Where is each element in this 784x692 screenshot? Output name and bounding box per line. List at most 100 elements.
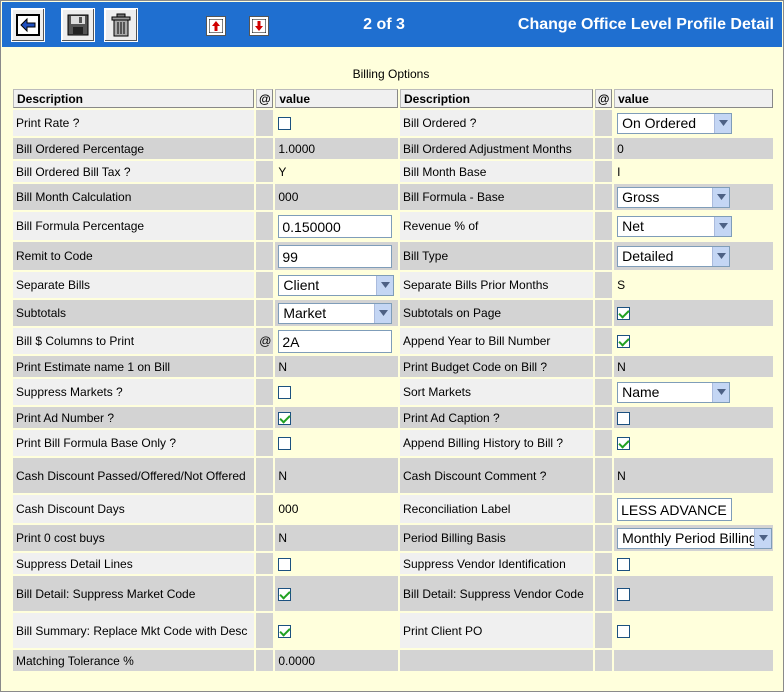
dropdown-select[interactable]: Monthly Period Billing [617,527,773,549]
dropdown-arrow[interactable] [712,246,730,266]
checkbox[interactable] [278,117,292,131]
checkbox[interactable] [617,411,631,425]
field-label: Print Budget Code on Bill ? [400,356,594,377]
dropdown-select[interactable]: Market [278,302,393,324]
at-marker [595,495,613,523]
field-value: 000 [275,495,398,523]
table-row: Print Estimate name 1 on Bill N Print Budg… [13,356,773,377]
dropdown-selected-value: Detailed [622,248,674,264]
dropdown-arrow[interactable] [714,216,732,236]
dropdown-select[interactable]: Gross [617,186,731,208]
field-label: Bill Type [400,242,594,270]
checkbox[interactable] [617,307,631,321]
back-arrow-icon [16,14,40,36]
checkbox[interactable] [278,411,292,425]
dropdown-select[interactable]: Client [278,274,395,296]
field-label: Print Rate ? [13,110,255,136]
checkbox[interactable] [617,335,631,349]
table-row: Print Bill Formula Base Only ? Append Bil… [13,430,773,456]
move-down-button[interactable] [249,16,269,36]
at-marker [595,525,613,551]
at-marker [256,110,274,136]
dropdown-selected-value: Client [283,277,320,293]
dropdown-arrow[interactable] [754,528,772,548]
dropdown-select[interactable]: Net [617,215,733,237]
field-value: N [614,356,773,377]
at-marker [256,356,274,377]
dropdown-arrow[interactable] [714,113,732,133]
at-marker [256,300,274,326]
field-value-cell [614,300,773,326]
checkbox[interactable] [617,624,631,638]
dropdown-arrow[interactable] [374,303,392,323]
field-label: Revenue % of [400,212,594,240]
table-row: Bill Summary: Replace Mkt Code with Desc… [13,613,773,648]
checkbox[interactable] [278,437,292,451]
table-body: Print Rate ? Bill Ordered ? On Ordered Bill… [13,110,773,671]
field-label: Separate Bills [13,272,255,298]
at-marker [256,272,274,298]
text-input[interactable]: LESS ADVANCE BILLING [617,497,733,521]
field-label: Append Billing History to Bill ? [400,430,594,456]
text-input[interactable]: 99 [278,244,393,268]
save-button[interactable] [61,8,95,42]
field-label: Separate Bills Prior Months [400,272,594,298]
move-up-button[interactable] [206,16,226,36]
field-value-cell [275,553,398,574]
field-label: Print Bill Formula Base Only ? [13,430,255,456]
dropdown-arrow-icon [716,389,726,395]
dropdown-select[interactable]: Name [617,381,731,403]
dropdown-arrow-icon [716,253,726,259]
at-marker [595,242,613,270]
field-value-cell: Detailed [614,242,773,270]
value-header: value [614,89,773,108]
delete-button[interactable] [104,8,138,42]
dropdown-selected-value: Monthly Period Billing [622,530,755,546]
field-value [614,650,773,671]
at-marker [256,613,274,648]
field-value: S [614,272,773,298]
top-toolbar: 2 of 3 Change Office Level Profile Detai… [2,2,782,47]
checkbox[interactable] [278,386,292,400]
field-value: N [614,458,773,493]
at-marker [595,458,613,493]
dropdown-select[interactable]: Detailed [617,245,731,267]
description-header: Description [13,89,255,108]
dropdown-select[interactable]: On Ordered [617,112,733,134]
checkbox[interactable] [617,437,631,451]
checkbox[interactable] [278,557,292,571]
table-row: Suppress Detail Lines Suppress Vendor Ide… [13,553,773,574]
table-row: Print Rate ? Bill Ordered ? On Ordered [13,110,773,136]
field-label: Subtotals [13,300,255,326]
table-row: Bill $ Columns to Print @2A Append Year to… [13,328,773,354]
checkbox[interactable] [278,587,292,601]
field-value: 0 [614,138,773,159]
dropdown-arrow[interactable] [712,382,730,402]
back-button[interactable] [11,8,45,42]
down-arrow-icon [252,19,266,33]
field-label: Reconciliation Label [400,495,594,523]
dropdown-arrow[interactable] [712,187,730,207]
table-row: Bill Month Calculation 000 Bill Formula - … [13,184,773,210]
billing-options-table: Description @ value Description @ value … [11,87,775,673]
checkbox[interactable] [617,557,631,571]
dropdown-arrow-icon [380,282,390,288]
checkbox[interactable] [617,587,631,601]
field-label: Period Billing Basis [400,525,594,551]
field-value: N [275,356,398,377]
table-row: Cash Discount Passed/Offered/Not Offered… [13,458,773,493]
at-marker [595,138,613,159]
checkbox[interactable] [278,624,292,638]
at-marker [595,407,613,428]
field-label: Print Client PO [400,613,594,648]
field-value-cell [614,407,773,428]
value-header: value [275,89,398,108]
at-marker [595,613,613,648]
field-label: Bill Month Calculation [13,184,255,210]
dropdown-selected-value: Market [283,305,327,321]
field-label: Sort Markets [400,379,594,405]
field-label: Cash Discount Comment ? [400,458,594,493]
text-input[interactable]: 2A [278,329,393,353]
dropdown-arrow[interactable] [376,275,394,295]
text-input[interactable]: 0.150000 [278,214,393,238]
